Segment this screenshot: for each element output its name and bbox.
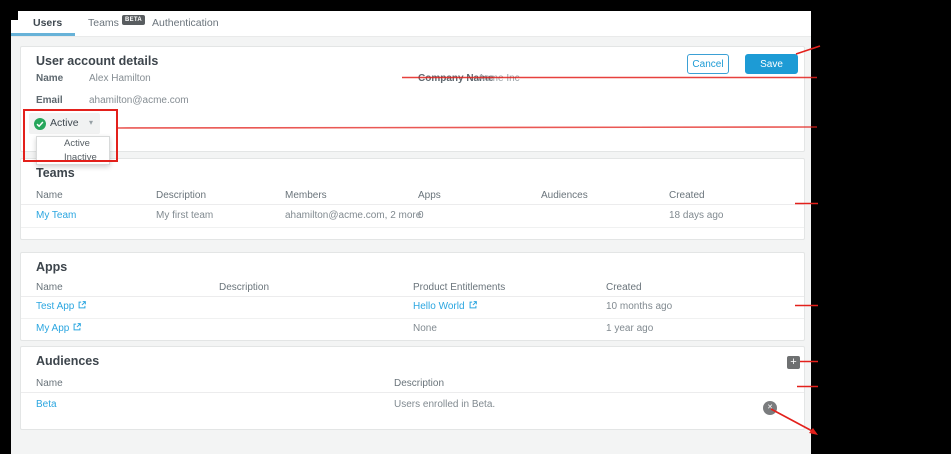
table-row: Test App Hello World 10 months ago <box>21 296 804 319</box>
apps-header-entitlements: Product Entitlements <box>413 282 506 293</box>
app-page: Users Teams BETA Authentication User acco… <box>11 11 811 454</box>
screenshot-canvas: Users Teams BETA Authentication User acco… <box>0 0 951 454</box>
cancel-button[interactable]: Cancel <box>687 54 729 74</box>
external-link-icon <box>77 301 87 313</box>
status-dropdown-menu: Active Inactive <box>36 136 110 165</box>
name-value: Alex Hamilton <box>89 73 151 84</box>
teams-table-header: Name Description Members Apps Audiences … <box>21 187 804 205</box>
apps-table-header: Name Description Product Entitlements Cr… <box>21 280 804 297</box>
chevron-down-icon: ▾ <box>89 118 94 127</box>
teams-header-name: Name <box>36 190 63 201</box>
audience-name-link[interactable]: Beta <box>36 392 57 418</box>
teams-header-members: Members <box>285 190 327 201</box>
audiences-header-name: Name <box>36 378 63 389</box>
active-tab-underline <box>11 33 75 36</box>
card-title-user-account-details: User account details <box>36 54 159 68</box>
apps-header-created: Created <box>606 282 642 293</box>
table-row: My App None 1 year ago <box>21 318 804 340</box>
save-button[interactable]: Save <box>745 54 798 74</box>
app-name-text: Test App <box>36 301 75 312</box>
app-name-link[interactable]: Test App <box>36 296 87 318</box>
teams-header-apps: Apps <box>418 190 441 201</box>
apps-card: Apps Name Description Product Entitlemen… <box>20 252 805 341</box>
app-created: 1 year ago <box>606 323 654 334</box>
app-created: 10 months ago <box>606 301 673 312</box>
team-created: 18 days ago <box>669 210 724 221</box>
audience-description: Users enrolled in Beta. <box>394 399 496 410</box>
status-dropdown-button[interactable]: Active ▾ <box>29 113 100 134</box>
email-value: ahamilton@acme.com <box>89 95 189 106</box>
tab-authentication[interactable]: Authentication <box>152 11 219 36</box>
table-row: My Team My first team ahamilton@acme.com… <box>21 204 804 228</box>
table-row: Beta Users enrolled in Beta. <box>21 392 804 418</box>
entitlement-link[interactable]: Hello World <box>413 296 478 318</box>
audiences-header-description: Description <box>394 378 445 389</box>
app-name-link[interactable]: My App <box>36 318 82 340</box>
tab-bar: Users Teams BETA Authentication <box>11 11 811 37</box>
add-audience-button[interactable]: + <box>787 356 800 369</box>
status-option-active[interactable]: Active <box>37 137 109 151</box>
status-selected-value: Active <box>50 117 79 129</box>
entitlement-text: Hello World <box>413 301 465 312</box>
apps-header-description: Description <box>219 282 270 293</box>
audiences-table-header: Name Description <box>21 376 804 393</box>
team-apps-count: 0 <box>418 210 424 221</box>
teams-header-created: Created <box>669 190 705 201</box>
teams-card: Teams Name Description Members Apps Audi… <box>20 158 805 240</box>
team-description: My first team <box>156 210 214 221</box>
company-name-value: Acme Inc <box>478 73 520 84</box>
beta-badge: BETA <box>121 15 146 25</box>
status-option-inactive[interactable]: Inactive <box>37 151 109 165</box>
teams-header-description: Description <box>156 190 207 201</box>
app-name-text: My App <box>36 323 70 334</box>
screenshot-artifact <box>10 9 18 20</box>
plus-icon: + <box>790 356 797 368</box>
email-label: Email <box>36 95 63 106</box>
card-title-audiences: Audiences <box>36 354 100 368</box>
external-link-icon <box>468 301 478 313</box>
status-active-check-icon <box>34 117 46 130</box>
remove-audience-button[interactable]: ✕ <box>763 401 777 415</box>
close-icon: ✕ <box>767 404 773 411</box>
tab-teams-label: Teams <box>88 17 119 29</box>
tab-teams[interactable]: Teams BETA <box>88 11 146 36</box>
apps-header-name: Name <box>36 282 63 293</box>
team-name-link[interactable]: My Team <box>36 204 76 227</box>
audiences-card: Audiences + Name Description Beta Users … <box>20 346 805 430</box>
entitlement-none: None <box>413 323 437 334</box>
card-title-teams: Teams <box>36 166 75 180</box>
teams-header-audiences: Audiences <box>541 190 588 201</box>
team-members: ahamilton@acme.com, 2 more <box>285 210 422 221</box>
card-title-apps: Apps <box>36 260 68 274</box>
user-account-details-card: User account details Cancel Save Name Al… <box>20 46 805 165</box>
external-link-icon <box>72 323 82 335</box>
name-label: Name <box>36 73 64 84</box>
